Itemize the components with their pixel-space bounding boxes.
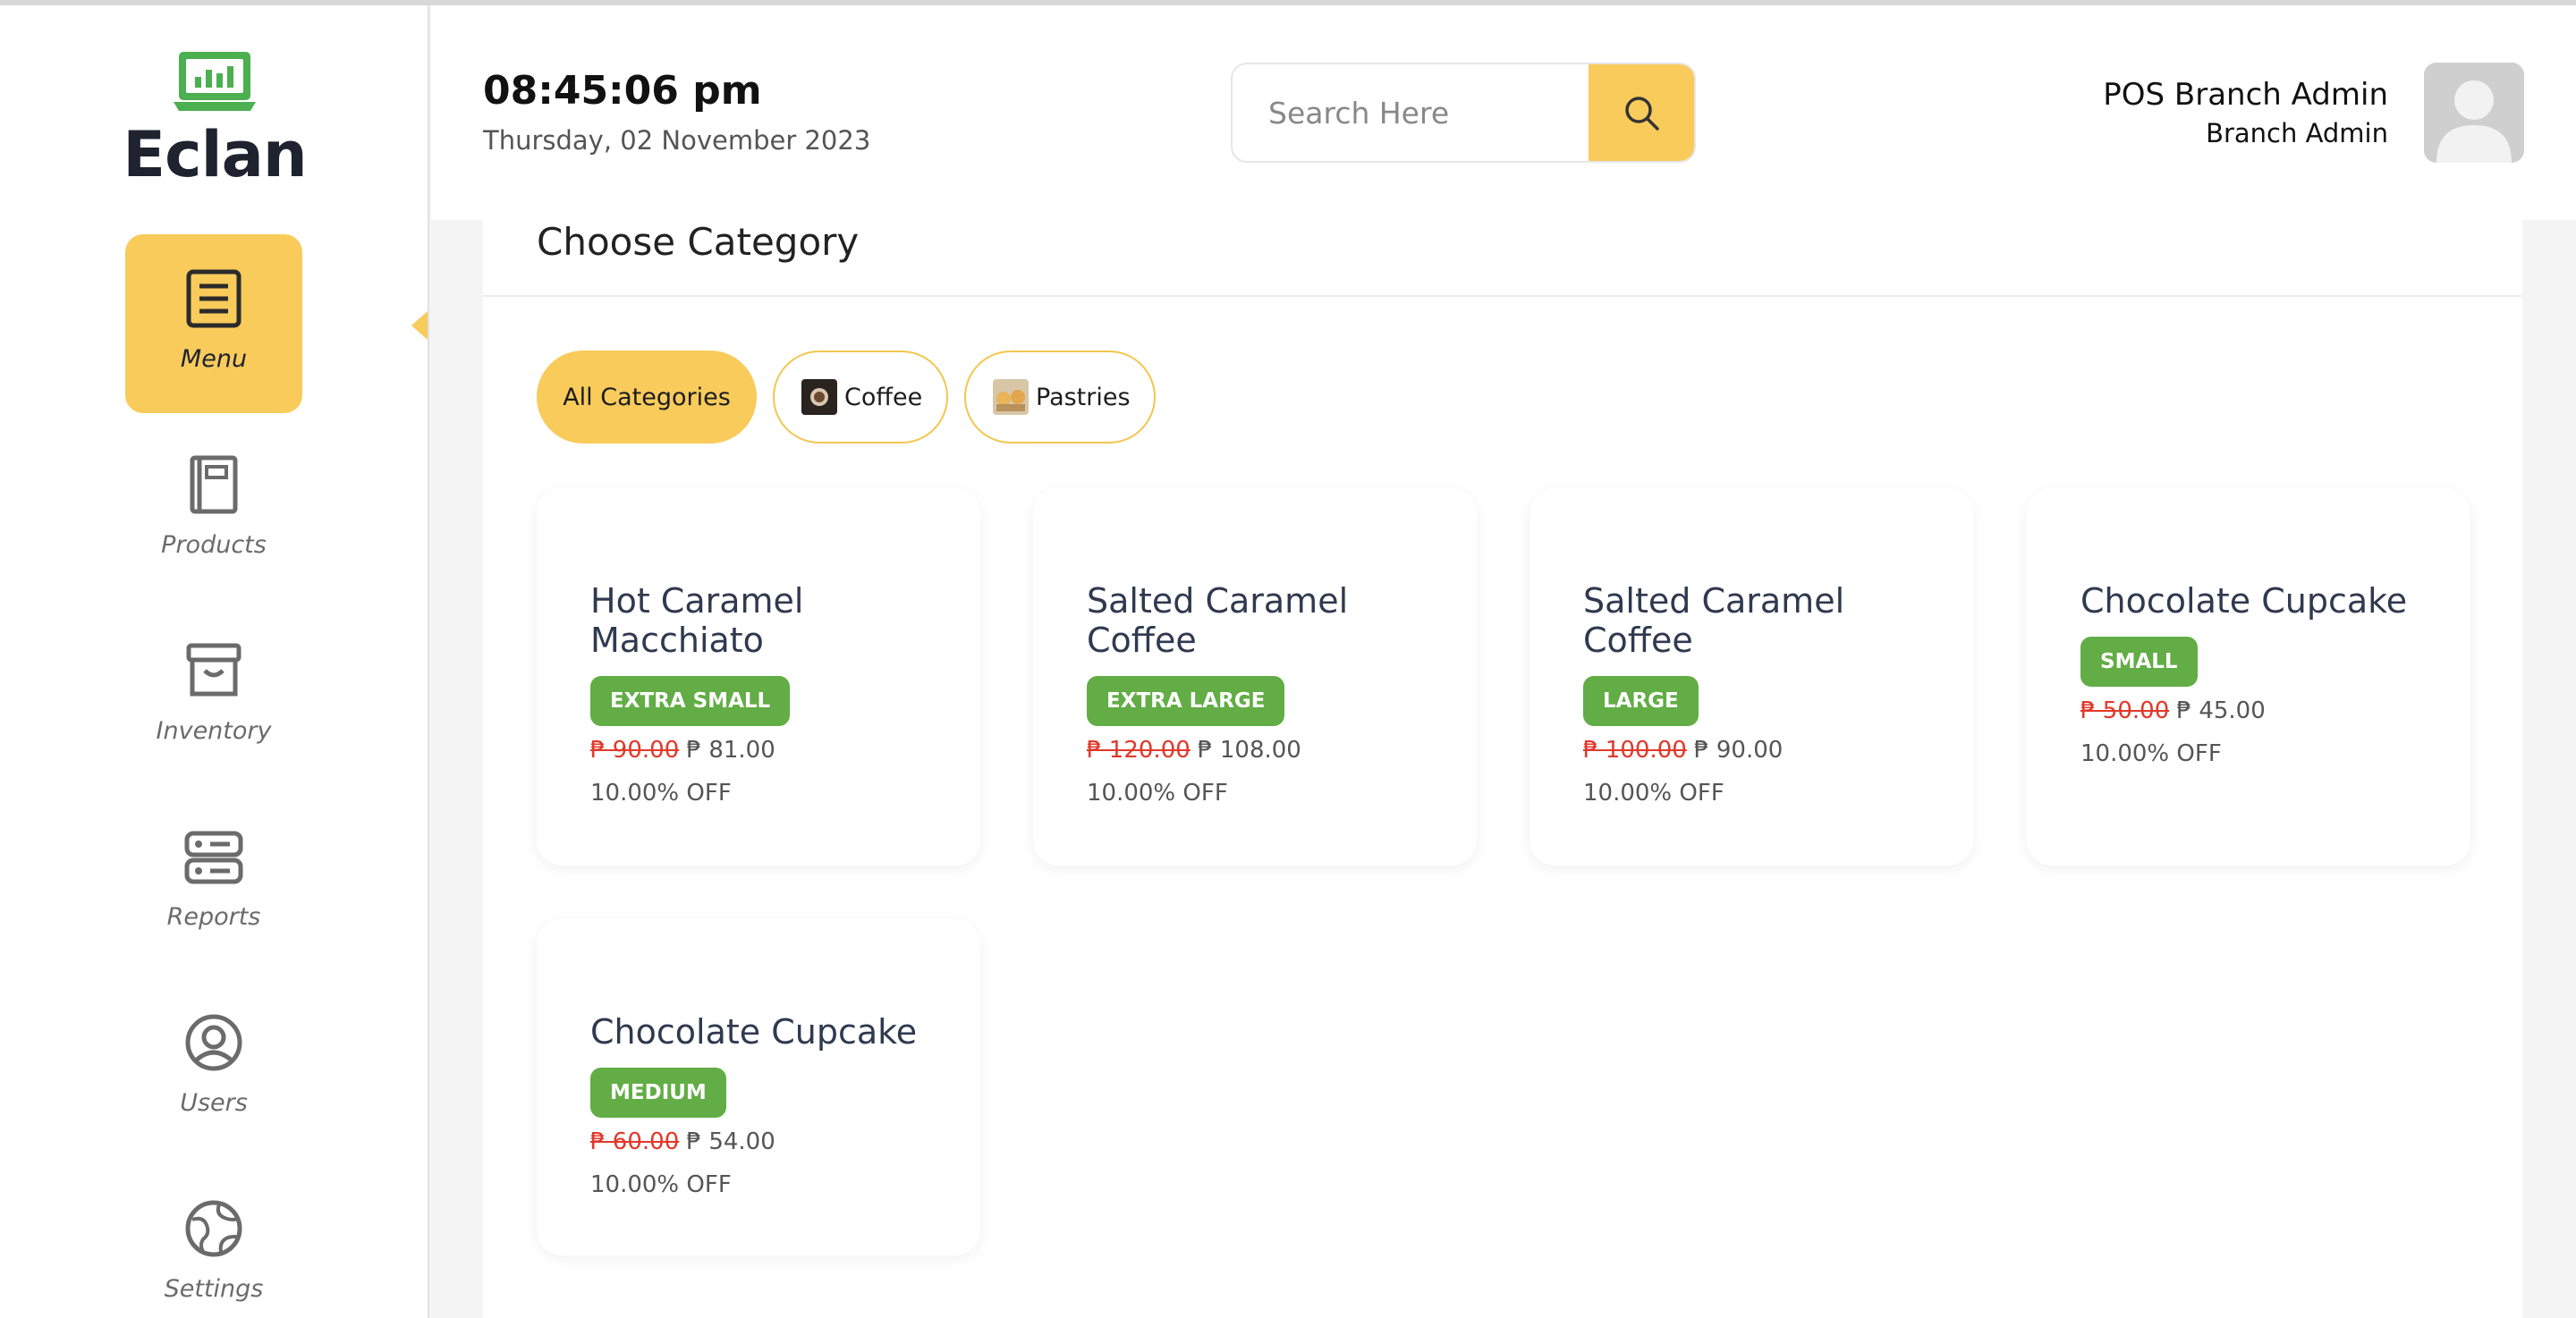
sidebar-item-settings[interactable]: Settings xyxy=(125,1164,302,1318)
product-name: Salted Caramel Coffee xyxy=(1087,581,1349,660)
current-date: Thursday, 02 November 2023 xyxy=(483,125,871,156)
current-time: 08:45:06 pm xyxy=(483,68,762,114)
product-card[interactable]: Chocolate Cupcake SMALL ₱ 50.00 ₱ 45.00 … xyxy=(2027,488,2470,866)
category-chip-coffee[interactable]: Coffee xyxy=(773,351,948,444)
user-name: POS Branch Admin xyxy=(2103,77,2388,113)
discount-label: 10.00% OFF xyxy=(590,780,732,807)
product-card[interactable]: Salted Caramel Coffee LARGE ₱ 100.00 ₱ 9… xyxy=(1530,488,1973,866)
sidebar-item-reports[interactable]: Reports xyxy=(125,792,302,971)
original-price: ₱ 50.00 xyxy=(2080,697,2170,724)
search-icon xyxy=(1625,97,1659,131)
discount-label: 10.00% OFF xyxy=(590,1171,732,1198)
logo[interactable]: Eclan xyxy=(0,50,429,191)
product-card[interactable]: Chocolate Cupcake MEDIUM ₱ 60.00 ₱ 54.00… xyxy=(537,919,980,1255)
user-placeholder-icon xyxy=(2424,63,2524,163)
server-icon xyxy=(184,831,243,884)
sidebar: Eclan Menu Products Inventory Reports Us… xyxy=(0,5,429,1318)
sidebar-item-label: Products xyxy=(161,531,267,559)
book-icon xyxy=(190,455,238,514)
discounted-price: ₱ 45.00 xyxy=(2176,697,2266,724)
search-input[interactable] xyxy=(1233,64,1589,161)
sidebar-item-users[interactable]: Users xyxy=(125,978,302,1157)
sidebar-item-label: Menu xyxy=(180,345,248,373)
category-chip-all[interactable]: All Categories xyxy=(537,351,757,444)
user-circle-icon xyxy=(185,1014,242,1071)
discounted-price: ₱ 81.00 xyxy=(686,737,775,764)
search-bar xyxy=(1231,63,1696,163)
sidebar-item-label: Users xyxy=(180,1089,248,1117)
product-price: ₱ 120.00 ₱ 108.00 xyxy=(1087,737,1301,764)
discount-label: 10.00% OFF xyxy=(2080,740,2222,767)
sidebar-item-label: Reports xyxy=(166,903,261,931)
sidebar-item-menu[interactable]: Menu xyxy=(125,234,302,413)
pastries-thumbnail-icon xyxy=(993,379,1029,415)
product-name: Chocolate Cupcake xyxy=(2080,581,2408,621)
coffee-thumbnail-icon xyxy=(801,379,837,415)
product-card[interactable]: Salted Caramel Coffee EXTRA LARGE ₱ 120.… xyxy=(1033,488,1477,866)
category-label: Coffee xyxy=(844,383,923,411)
search-button[interactable] xyxy=(1589,64,1694,161)
sidebar-item-inventory[interactable]: Inventory xyxy=(125,606,302,785)
sidebar-item-label: Inventory xyxy=(156,717,272,745)
sidebar-item-products[interactable]: Products xyxy=(125,420,302,599)
category-label: Pastries xyxy=(1036,383,1131,411)
discounted-price: ₱ 90.00 xyxy=(1694,737,1784,764)
product-price: ₱ 100.00 ₱ 90.00 xyxy=(1583,737,1783,764)
original-price: ₱ 90.00 xyxy=(590,737,680,764)
original-price: ₱ 100.00 xyxy=(1583,737,1687,764)
divider xyxy=(483,295,2522,297)
active-indicator xyxy=(411,311,428,340)
original-price: ₱ 120.00 xyxy=(1087,737,1191,764)
top-header: 08:45:06 pm Thursday, 02 November 2023 P… xyxy=(431,5,2576,220)
product-price: ₱ 90.00 ₱ 81.00 xyxy=(590,737,775,764)
product-card[interactable]: Hot Caramel Macchiato EXTRA SMALL ₱ 90.0… xyxy=(537,488,980,866)
size-badge: LARGE xyxy=(1583,676,1699,726)
size-badge: EXTRA SMALL xyxy=(590,676,791,726)
size-badge: EXTRA LARGE xyxy=(1087,676,1285,726)
archive-box-icon xyxy=(186,643,242,697)
menu-icon xyxy=(186,269,242,328)
product-price: ₱ 60.00 ₱ 54.00 xyxy=(590,1128,775,1155)
sidebar-item-label: Settings xyxy=(164,1275,264,1303)
size-badge: SMALL xyxy=(2080,637,2198,687)
product-name: Chocolate Cupcake xyxy=(590,1012,918,1052)
avatar[interactable] xyxy=(2424,63,2524,163)
size-badge: MEDIUM xyxy=(590,1068,726,1118)
discounted-price: ₱ 54.00 xyxy=(686,1128,775,1155)
product-price: ₱ 50.00 ₱ 45.00 xyxy=(2080,697,2266,724)
product-name: Salted Caramel Coffee xyxy=(1583,581,1845,660)
page-title: Choose Category xyxy=(537,220,860,264)
category-chip-pastries[interactable]: Pastries xyxy=(964,351,1156,444)
category-panel: Choose Category All Categories Coffee Pa… xyxy=(483,220,2522,1318)
laptop-chart-icon xyxy=(174,52,256,111)
globe-icon xyxy=(185,1200,242,1257)
discount-label: 10.00% OFF xyxy=(1087,780,1228,807)
category-label: All Categories xyxy=(563,383,731,411)
discounted-price: ₱ 108.00 xyxy=(1198,737,1301,764)
product-name: Hot Caramel Macchiato xyxy=(590,581,804,660)
logo-text: Eclan xyxy=(123,118,307,191)
user-role: Branch Admin xyxy=(2206,118,2388,148)
discount-label: 10.00% OFF xyxy=(1583,780,1724,807)
original-price: ₱ 60.00 xyxy=(590,1128,680,1155)
